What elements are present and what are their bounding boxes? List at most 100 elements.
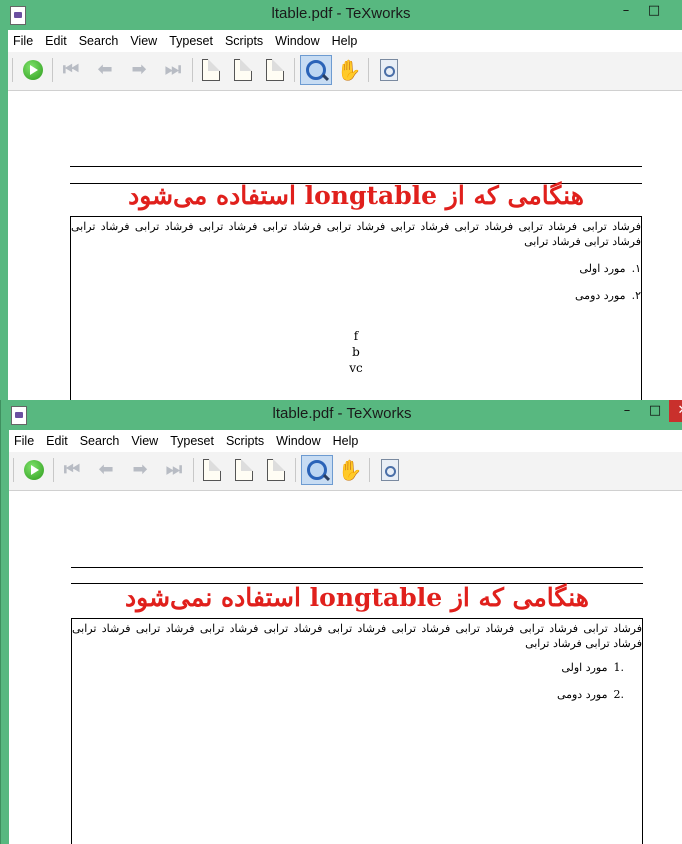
menu-view[interactable]: View [126, 430, 163, 452]
last-page-button[interactable]: ⏭ [161, 457, 187, 483]
maximize-button[interactable]: □ [641, 400, 669, 422]
magnifier-icon [306, 60, 326, 80]
toolbar-separator [294, 58, 295, 82]
toolbar-separator [53, 458, 54, 482]
longtable-box: فرشاد ترابی فرشاد ترابی فرشاد ترابی فرشا… [70, 216, 642, 401]
arrow-right-icon: ➡ [131, 59, 147, 80]
menu-help[interactable]: Help [327, 30, 363, 52]
first-page-button[interactable]: ⏮ [59, 457, 85, 483]
list-item: ۲. مورد دومی [575, 289, 641, 302]
magnifier-icon [307, 460, 327, 480]
find-button[interactable] [377, 457, 403, 483]
page-icon [267, 459, 285, 481]
menu-edit[interactable]: Edit [41, 430, 73, 452]
last-page-button[interactable]: ⏭ [160, 57, 186, 83]
actual-size-button[interactable] [198, 57, 224, 83]
texworks-window-no-longtable: ltable.pdf - TeXworks – □ ✕ FileEditSear… [0, 400, 682, 844]
menu-typeset[interactable]: Typeset [165, 430, 219, 452]
scroll-tool-button[interactable]: ✋ [337, 457, 363, 483]
item-number: .2 [613, 688, 625, 701]
toolbar: ⏮ ⬅ ➡ ⏭ ✋ [9, 452, 682, 491]
menu-bar: File Edit Search View Typeset Scripts Window He… [9, 430, 682, 453]
menu-search[interactable]: Search [74, 30, 124, 52]
heading: هنگامی که از longtable استفاده نمی‌شود [125, 583, 589, 612]
page-icon [266, 59, 284, 81]
first-page-button[interactable]: ⏮ [58, 57, 84, 83]
menu-window[interactable]: Window [270, 30, 324, 52]
menu-help[interactable]: Help [328, 430, 364, 452]
title-bar[interactable]: ltable.pdf - TeXworks – □ [0, 0, 682, 30]
previous-page-button[interactable]: ⬅ [93, 457, 119, 483]
pdf-preview[interactable]: هنگامی که از longtable استفاده می‌شود فر… [8, 91, 682, 401]
find-button[interactable] [376, 57, 402, 83]
window-title: ltable.pdf - TeXworks [271, 5, 411, 22]
item-number: .1 [613, 661, 625, 674]
previous-page-button[interactable]: ⬅ [92, 57, 118, 83]
toolbar-separator [368, 58, 369, 82]
paragraph: فرشاد ترابی فرشاد ترابی فرشاد ترابی فرشا… [71, 220, 641, 248]
next-page-button[interactable]: ➡ [126, 57, 152, 83]
maximize-button[interactable]: □ [640, 0, 668, 22]
item-number: ۱. [631, 262, 641, 275]
hand-icon: ✋ [337, 458, 363, 482]
next-page-button[interactable]: ➡ [127, 457, 153, 483]
text-line: vc [349, 361, 363, 375]
fit-width-button[interactable] [230, 57, 256, 83]
item-text: مورد دومی [556, 688, 608, 701]
page-icon [235, 459, 253, 481]
toolbar-separator [52, 58, 53, 82]
table-box: فرشاد ترابی فرشاد ترابی فرشاد ترابی فرشا… [71, 618, 643, 844]
paragraph: فرشاد ترابی فرشاد ترابی فرشاد ترابی فرشا… [72, 622, 642, 650]
toolbar-separator [369, 458, 370, 482]
find-page-icon [381, 459, 399, 481]
menu-file[interactable]: File [8, 30, 38, 52]
typeset-button[interactable] [20, 57, 46, 83]
page-icon [234, 59, 252, 81]
menu-typeset[interactable]: Typeset [164, 30, 218, 52]
last-page-icon: ⏭ [165, 459, 183, 480]
menu-search[interactable]: Search [75, 430, 125, 452]
menu-bar: File Edit Search View Typeset Scripts Window He… [8, 30, 682, 53]
fit-window-button[interactable] [262, 57, 288, 83]
actual-size-button[interactable] [199, 457, 225, 483]
menu-scripts[interactable]: Scripts [221, 430, 269, 452]
scroll-tool-button[interactable]: ✋ [336, 57, 362, 83]
toolbar: ⏮ ⬅ ➡ ⏭ ✋ [8, 52, 682, 91]
magnifier-tool-button[interactable] [301, 455, 333, 485]
menu-edit[interactable]: Edit [40, 30, 72, 52]
minimize-button[interactable]: – [613, 400, 641, 422]
fit-window-button[interactable] [263, 457, 289, 483]
list-item: .1 مورد اولی [561, 661, 624, 674]
toolbar-separator [12, 58, 13, 82]
arrow-left-icon: ⬅ [98, 459, 114, 480]
minimize-button[interactable]: – [612, 0, 640, 22]
magnifier-tool-button[interactable] [300, 55, 332, 85]
title-bar[interactable]: ltable.pdf - TeXworks – □ ✕ [1, 400, 682, 430]
menu-file[interactable]: File [9, 430, 39, 452]
arrow-right-icon: ➡ [132, 459, 148, 480]
close-button[interactable]: ✕ [669, 400, 682, 422]
first-page-icon: ⏮ [63, 459, 81, 480]
menu-scripts[interactable]: Scripts [220, 30, 268, 52]
page-icon [203, 459, 221, 481]
list-item: .2 مورد دومی [557, 688, 624, 701]
rule-line [70, 166, 642, 167]
toolbar-separator [13, 458, 14, 482]
fit-width-button[interactable] [231, 457, 257, 483]
toolbar-separator [192, 58, 193, 82]
last-page-icon: ⏭ [164, 59, 182, 80]
list-item: ۱. مورد اولی [579, 262, 641, 275]
item-text: مورد اولی [579, 262, 626, 275]
find-page-icon [380, 59, 398, 81]
pdf-preview[interactable]: هنگامی که از longtable استفاده نمی‌شود ف… [9, 491, 682, 844]
toolbar-separator [295, 458, 296, 482]
menu-window[interactable]: Window [271, 430, 325, 452]
item-text: مورد اولی [561, 661, 608, 674]
menu-view[interactable]: View [125, 30, 162, 52]
typeset-button[interactable] [21, 457, 47, 483]
text-line: b [352, 345, 360, 359]
window-title: ltable.pdf - TeXworks [272, 405, 412, 422]
hand-icon: ✋ [336, 58, 362, 82]
play-icon [24, 460, 44, 480]
arrow-left-icon: ⬅ [97, 59, 113, 80]
